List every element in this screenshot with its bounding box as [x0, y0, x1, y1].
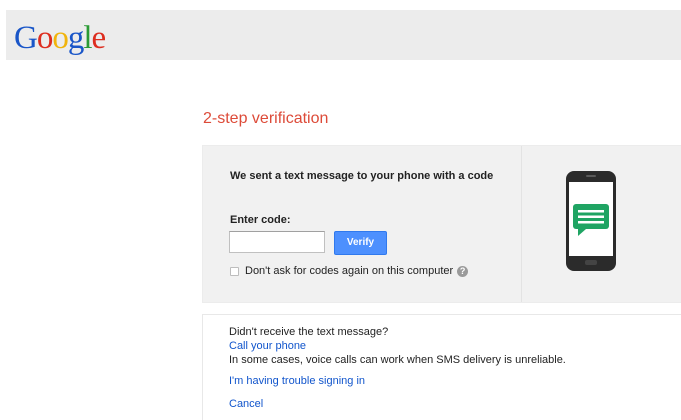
sms-sent-message: We sent a text message to your phone wit… [230, 170, 494, 182]
logo-letter: G [14, 20, 38, 56]
no-sms-question: Didn't receive the text message? [229, 326, 389, 338]
remember-computer-option[interactable]: Don't ask for codes again on this comput… [230, 265, 469, 277]
question-circle-icon[interactable]: ? [457, 265, 469, 277]
verify-button[interactable]: Verify [334, 231, 387, 255]
voice-call-note: In some cases, voice calls can work when… [229, 354, 566, 366]
verification-form: We sent a text message to your phone wit… [203, 146, 521, 302]
verification-panel: We sent a text message to your phone wit… [202, 145, 681, 303]
logo-letter: g [67, 20, 84, 56]
cancel-link[interactable]: Cancel [229, 398, 263, 410]
logo-letter: l [83, 20, 92, 56]
help-options-panel: Didn't receive the text message? Call yo… [202, 314, 681, 420]
remember-checkbox[interactable] [230, 266, 239, 276]
panel-divider [521, 146, 522, 302]
logo-letter: o [36, 20, 53, 56]
remember-label[interactable]: Don't ask for codes again on this comput… [245, 265, 453, 277]
logo-letter: e [91, 20, 107, 56]
trouble-signing-in-link[interactable]: I'm having trouble signing in [229, 375, 365, 387]
google-logo[interactable]: Google [14, 20, 107, 57]
smartphone-sms-icon [565, 170, 617, 272]
enter-code-label: Enter code: [230, 214, 291, 226]
header-bar: Google [6, 10, 681, 60]
page-title: 2-step verification [203, 110, 329, 127]
call-your-phone-link[interactable]: Call your phone [229, 340, 306, 352]
verification-code-input[interactable] [229, 231, 325, 253]
logo-letter: o [52, 20, 68, 56]
